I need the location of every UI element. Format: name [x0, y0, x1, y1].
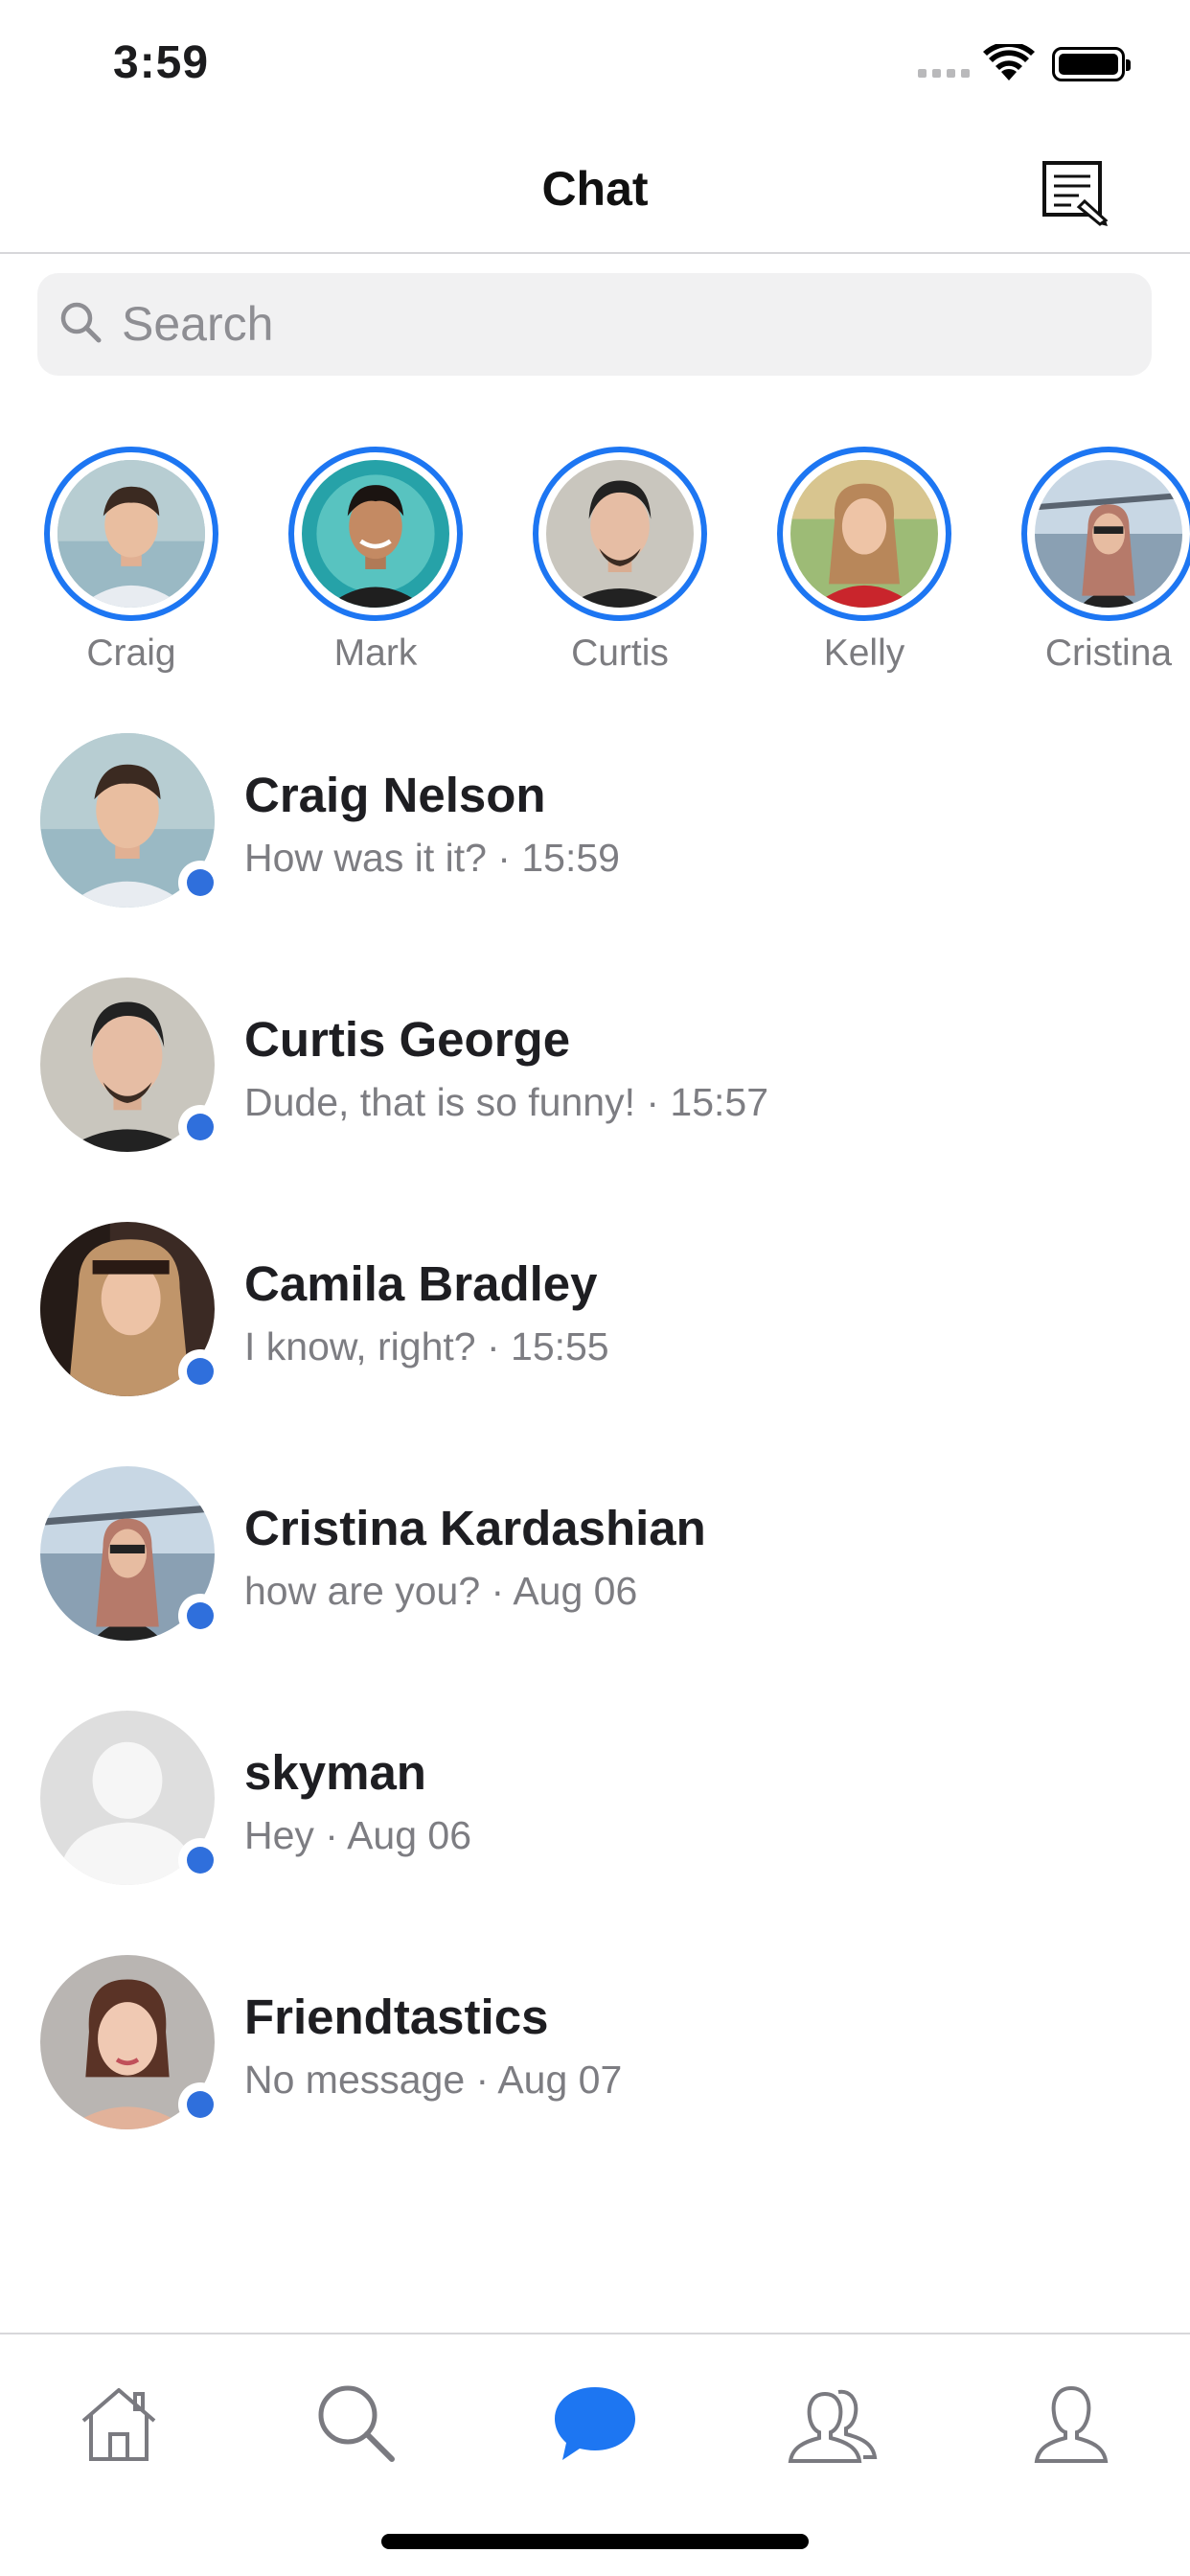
avatar — [546, 460, 694, 608]
online-status-dot — [178, 1105, 222, 1149]
story-name: Kelly — [823, 632, 905, 674]
chat-name: skyman — [244, 1745, 426, 1800]
tab-bar — [0, 2333, 1190, 2576]
status-bar: 3:59 — [0, 0, 1190, 125]
story-ring — [533, 447, 707, 621]
chat-row-skyman[interactable]: skyman Hey · Aug 06 — [0, 1706, 1190, 1898]
chat-name: Curtis George — [244, 1012, 571, 1067]
avatar — [790, 460, 938, 608]
battery-icon — [1052, 47, 1131, 81]
tab-profile[interactable] — [1014, 2371, 1129, 2476]
navigation-bar: Chat — [0, 125, 1190, 254]
story-name: Cristina — [1044, 632, 1173, 674]
story-ring — [288, 447, 463, 621]
tab-friends[interactable] — [776, 2371, 891, 2476]
search-input[interactable] — [122, 292, 1128, 356]
profile-icon — [1034, 2385, 1109, 2463]
status-time: 3:59 — [113, 37, 210, 88]
online-status-dot — [178, 861, 222, 905]
chat-name: Camila Bradley — [244, 1256, 598, 1311]
online-status-dot — [178, 1838, 222, 1882]
home-icon — [81, 2388, 156, 2461]
chat-bubble-icon — [555, 2387, 635, 2460]
chat-preview: how are you? · Aug 06 — [244, 1569, 638, 1613]
avatar — [302, 460, 449, 608]
story-ring — [777, 447, 951, 621]
story-item-kelly[interactable]: Kelly — [773, 443, 965, 682]
cellular-signal-icon — [918, 69, 972, 80]
chat-row-cristina-kardashian[interactable]: Cristina Kardashian how are you? · Aug 0… — [0, 1461, 1190, 1653]
page-title: Chat — [541, 162, 649, 216]
story-item-curtis[interactable]: Curtis — [529, 443, 721, 682]
story-item-mark[interactable]: Mark — [285, 443, 476, 682]
friends-icon — [788, 2389, 878, 2463]
story-name: Mark — [333, 632, 418, 674]
avatar — [57, 460, 205, 608]
wifi-icon — [983, 44, 1035, 80]
online-status-dot — [178, 1594, 222, 1638]
story-ring — [44, 447, 218, 621]
avatar — [1035, 460, 1182, 608]
online-status-dot — [178, 1349, 222, 1393]
chat-row-craig-nelson[interactable]: Craig Nelson How was it it? · 15:59 — [0, 728, 1190, 920]
search-icon — [60, 302, 102, 343]
chat-row-friendtastics[interactable]: Friendtastics No message · Aug 07 — [0, 1950, 1190, 2142]
online-status-dot — [178, 2082, 222, 2127]
chat-preview: No message · Aug 07 — [244, 2058, 623, 2102]
chat-name: Friendtastics — [244, 1990, 549, 2044]
stories-row: Craig Mark Curtis Kelly Cristina — [0, 443, 1190, 682]
chat-preview: How was it it? · 15:59 — [244, 836, 620, 880]
home-indicator — [381, 2534, 809, 2549]
chat-row-curtis-george[interactable]: Curtis George Dude, that is so funny! · … — [0, 973, 1190, 1164]
search-bar[interactable] — [37, 273, 1152, 376]
compose-icon[interactable] — [1035, 153, 1111, 230]
chat-preview: I know, right? · 15:55 — [244, 1324, 609, 1368]
chat-preview: Dude, that is so funny! · 15:57 — [244, 1080, 768, 1124]
tab-search[interactable] — [299, 2371, 414, 2476]
chat-name: Craig Nelson — [244, 768, 546, 822]
story-name: Curtis — [571, 632, 669, 674]
story-item-craig[interactable]: Craig — [40, 443, 232, 682]
chat-row-camila-bradley[interactable]: Camila Bradley I know, right? · 15:55 — [0, 1217, 1190, 1409]
story-item-cristina[interactable]: Cristina — [1018, 443, 1190, 682]
tab-home[interactable] — [61, 2371, 176, 2476]
chat-name: Cristina Kardashian — [244, 1501, 706, 1555]
tab-chat[interactable] — [538, 2371, 652, 2476]
story-name: Craig — [86, 632, 176, 674]
story-ring — [1021, 447, 1190, 621]
search-icon — [318, 2385, 395, 2462]
chat-preview: Hey · Aug 06 — [244, 1813, 472, 1857]
